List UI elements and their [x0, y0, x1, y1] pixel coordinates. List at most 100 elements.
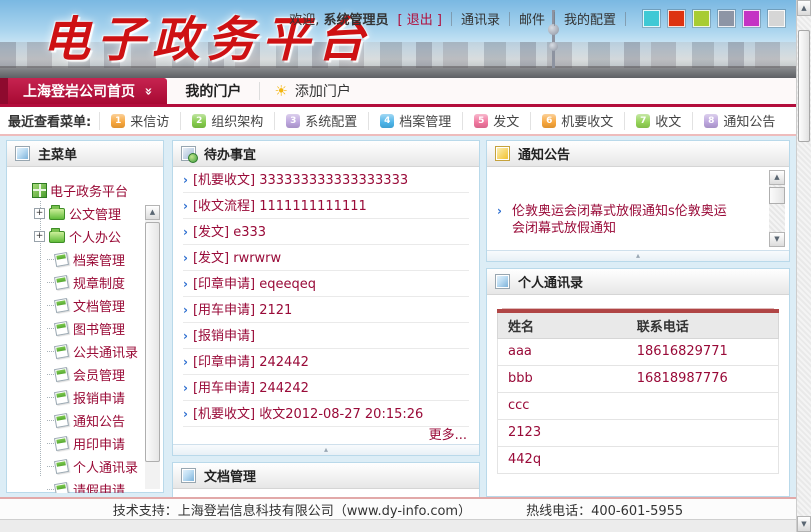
- todo-item-10[interactable]: ›[机要收文] 收文2012-08-27 20:15:26: [183, 401, 469, 427]
- tree-item-label: 图书管理: [73, 319, 125, 338]
- recent-item-2[interactable]: 2 组织架构: [180, 112, 274, 130]
- todo-item-8[interactable]: ›[印章申请] 242442: [183, 349, 469, 375]
- tab-company-home[interactable]: 上海登岩公司首页 »: [8, 78, 167, 104]
- theme-swatch-2[interactable]: [668, 10, 685, 27]
- recent-item-label: 机要收文: [561, 111, 613, 130]
- recent-item-label: 组织架构: [211, 111, 263, 130]
- recent-item-4[interactable]: 4档案管理: [368, 112, 462, 130]
- todo-item-text: [报销申请]: [193, 329, 255, 344]
- blue-square-icon: [15, 146, 30, 161]
- notice-panel: 通知公告 ›伦敦奥运会闭幕式放假通知s伦敦奥运会闭幕式放假通知 ▲ ▼ ▴: [486, 140, 790, 262]
- menu-tree-scrollbar[interactable]: ▲: [145, 205, 160, 489]
- notice-collapse-handle[interactable]: ▴: [487, 250, 789, 261]
- todo-item-2[interactable]: ›[收文流程] 1111111111111: [183, 193, 469, 219]
- mail-link[interactable]: 邮件: [519, 9, 545, 28]
- chevron-down-icon[interactable]: »: [141, 87, 156, 95]
- tree-item-2[interactable]: +个人办公: [34, 225, 163, 248]
- theme-swatch-6[interactable]: [768, 10, 785, 27]
- todo-item-1[interactable]: ›[机要收文] 333333333333333333: [183, 167, 469, 193]
- todo-item-9[interactable]: ›[用车申请] 244242: [183, 375, 469, 401]
- contact-name: bbb: [498, 365, 627, 392]
- contacts-body: 姓名 联系电话 aaa18616829771bbb16818987776ccc2…: [487, 295, 789, 474]
- main-menu-header: 主菜单: [7, 141, 163, 167]
- expand-plus-icon[interactable]: +: [34, 231, 45, 242]
- portal-tabbar: 上海登岩公司首页 » 我的门户 ☀ 添加门户: [0, 78, 811, 104]
- scrollbar-thumb[interactable]: [769, 187, 785, 204]
- todo-item-3[interactable]: ›[发文] e333: [183, 219, 469, 245]
- addressbook-link[interactable]: 通讯录: [461, 9, 500, 28]
- scrollbar-thumb[interactable]: [798, 30, 810, 142]
- my-settings-link[interactable]: 我的配置: [564, 9, 616, 28]
- notice-body: ›伦敦奥运会闭幕式放假通知s伦敦奥运会闭幕式放假通知 ▲ ▼: [487, 167, 789, 250]
- add-portal-button[interactable]: ☀ 添加门户: [260, 78, 364, 104]
- scroll-down-icon[interactable]: ▼: [769, 232, 785, 247]
- menu-tree: 电子政务平台 +公文管理+个人办公档案管理规章制度文档管理图书管理公共通讯录会员…: [7, 167, 163, 493]
- contact-row-2[interactable]: bbb16818987776: [498, 365, 779, 392]
- todo-item-5[interactable]: ›[印章申请] eqeeqeq: [183, 271, 469, 297]
- theme-swatch-5[interactable]: [743, 10, 760, 27]
- recent-item-1[interactable]: 1来信访: [99, 112, 180, 130]
- personal-contacts-header: 个人通讯录: [487, 269, 789, 295]
- scrollbar-thumb[interactable]: [145, 222, 160, 462]
- recent-item-3[interactable]: 3系统配置: [274, 112, 368, 130]
- tree-item-label: 请假申请: [73, 480, 125, 493]
- logout-link[interactable]: [ 退出 ]: [398, 9, 442, 28]
- contact-row-5[interactable]: 442q: [498, 446, 779, 473]
- arrow-bullet-icon: ›: [183, 329, 188, 343]
- recent-item-6[interactable]: 6机要收文: [530, 112, 624, 130]
- document-management-panel: 文档管理: [172, 462, 480, 497]
- tree-item-1[interactable]: +公文管理: [34, 202, 163, 225]
- theme-swatch-4[interactable]: [718, 10, 735, 27]
- theme-swatch-1[interactable]: [643, 10, 660, 27]
- todo-item-text: [发文] e333: [193, 225, 266, 240]
- expand-plus-icon[interactable]: +: [34, 208, 45, 219]
- contact-row-3[interactable]: ccc: [498, 392, 779, 419]
- recent-item-5[interactable]: 5发文: [462, 112, 530, 130]
- notice-item-1[interactable]: ›伦敦奥运会闭幕式放假通知s伦敦奥运会闭幕式放假通知: [497, 203, 735, 237]
- tab-my-portal[interactable]: 我的门户: [167, 78, 259, 104]
- arrow-bullet-icon: ›: [183, 173, 188, 187]
- scroll-up-icon[interactable]: ▲: [145, 205, 160, 220]
- recent-item-number-icon: 8: [704, 114, 718, 128]
- todo-item-7[interactable]: › [报销申请]: [183, 323, 469, 349]
- document-management-title: 文档管理: [204, 466, 256, 485]
- todo-item-4[interactable]: ›[发文] rwrwrw: [183, 245, 469, 271]
- document-icon: [54, 390, 69, 405]
- recent-item-label: 收文: [655, 111, 681, 130]
- contact-row-1[interactable]: aaa18616829771: [498, 338, 779, 365]
- contact-name: 442q: [498, 446, 627, 473]
- recent-menu-label: 最近查看菜单:: [8, 111, 91, 130]
- contact-phone: [627, 419, 779, 446]
- theme-swatch-3[interactable]: [693, 10, 710, 27]
- welcome-text: 欢迎, 系统管理员: [289, 9, 388, 28]
- contact-row-4[interactable]: 2123: [498, 419, 779, 446]
- todo-collapse-handle[interactable]: ▴: [173, 444, 479, 455]
- todo-more-link[interactable]: 更多...: [173, 427, 479, 445]
- scroll-down-icon[interactable]: ▼: [797, 516, 811, 532]
- todo-item-text: [印章申请] 242442: [193, 355, 309, 370]
- tree-item-label: 报销申请: [73, 388, 125, 407]
- contacts-header-row: 姓名 联系电话: [498, 311, 779, 338]
- recent-item-8[interactable]: 8 通知公告: [692, 112, 786, 130]
- todo-item-6[interactable]: ›[用车申请] 2121: [183, 297, 469, 323]
- page-scrollbar[interactable]: ▲ ▼: [796, 0, 811, 532]
- tree-item-label: 会员管理: [73, 365, 125, 384]
- banner: 电子政务平台 欢迎, 系统管理员 [ 退出 ] 通讯录 邮件 我的配置: [0, 0, 811, 78]
- footer: 技术支持：上海登岩信息科技有限公司（www.dy-info.com） 热线电话：…: [0, 497, 796, 519]
- contact-phone: 16818987776: [627, 365, 779, 392]
- scroll-up-icon[interactable]: ▲: [797, 0, 811, 16]
- recent-item-number-icon: 2: [192, 114, 206, 128]
- document-icon: [54, 413, 69, 428]
- arrow-bullet-icon: ›: [183, 303, 188, 317]
- recent-item-label: 通知公告: [723, 111, 775, 130]
- todo-list: ›[机要收文] 333333333333333333›[收文流程] 111111…: [173, 167, 479, 427]
- recent-item-7[interactable]: 7收文: [624, 112, 692, 130]
- arrow-bullet-icon: ›: [183, 199, 188, 213]
- notice-header: 通知公告: [487, 141, 789, 167]
- scroll-up-icon[interactable]: ▲: [769, 170, 785, 185]
- tree-root-e-government[interactable]: 电子政务平台: [32, 179, 163, 202]
- notice-scrollbar[interactable]: ▲ ▼: [769, 170, 785, 247]
- tree-connector: [47, 351, 54, 352]
- document-icon: [54, 252, 69, 267]
- blue-square-icon: [495, 274, 510, 289]
